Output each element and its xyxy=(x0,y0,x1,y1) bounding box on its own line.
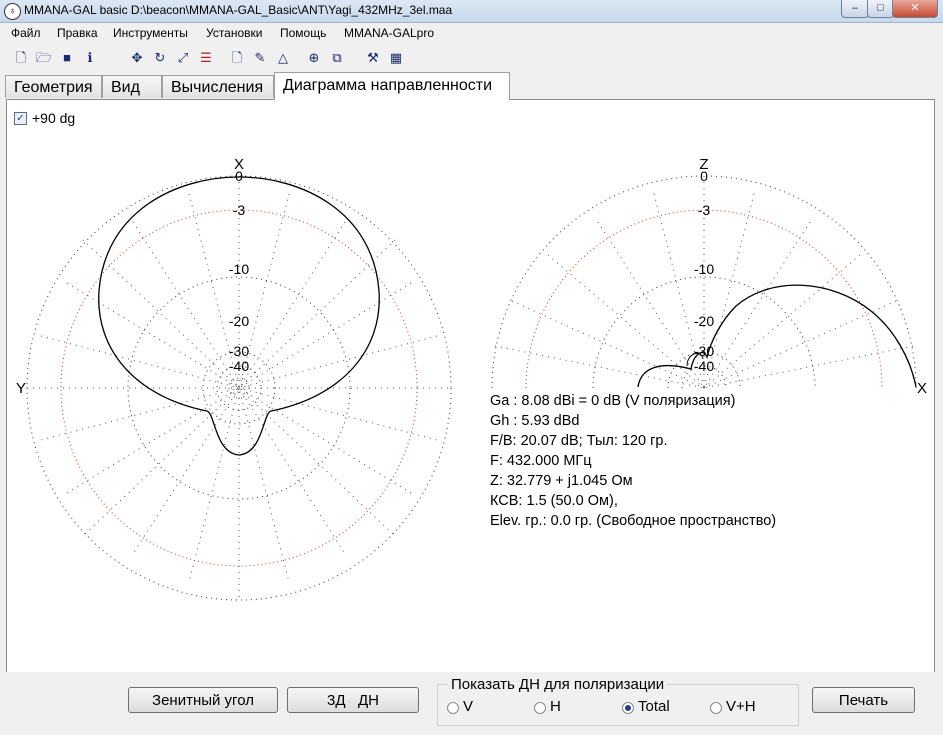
copy-icon[interactable]: ⧉ xyxy=(328,49,346,67)
axis-y-label: Y xyxy=(16,380,26,397)
radio-v-label[interactable]: V xyxy=(463,698,473,715)
ring-label: -20 xyxy=(694,313,714,329)
menu-help[interactable]: Помощь xyxy=(280,26,326,40)
pattern-panel: ✓ +90 dg X Y 0 -3 -10 -20 -30 -40 Z X 0 … xyxy=(6,99,935,673)
menu-file[interactable]: Файл xyxy=(11,26,41,40)
ring-label: -40 xyxy=(229,358,249,374)
result-frequency: F: 432.000 МГц xyxy=(490,453,592,469)
calculator-icon[interactable]: ▦ xyxy=(387,49,405,67)
3d-pattern-button[interactable]: 3Д ДН xyxy=(287,687,419,713)
window-title: MMANA-GAL basic D:\beacon\MMANA-GAL_Basi… xyxy=(24,3,453,17)
tab-view[interactable]: Вид xyxy=(102,75,162,98)
new-file-icon[interactable]: 🗋 xyxy=(12,49,30,67)
app-window: ♁ MMANA-GAL basic D:\beacon\MMANA-GAL_Ba… xyxy=(0,0,943,735)
result-swr: КСВ: 1.5 (50.0 Ом), xyxy=(490,493,618,509)
result-gh: Gh : 5.93 dBd xyxy=(490,413,580,429)
ring-label: -3 xyxy=(698,202,711,218)
bottom-bar: Зенитный угол 3Д ДН Показать ДН для поля… xyxy=(0,672,943,735)
app-logo-icon: ♁ xyxy=(4,3,21,20)
save-icon[interactable]: ■ xyxy=(58,49,76,67)
ring-label: -10 xyxy=(229,261,249,277)
document-icon[interactable]: 🗋 xyxy=(228,49,246,67)
result-fb: F/B: 20.07 dB; Тыл: 120 гр. xyxy=(490,433,668,449)
horizontal-pattern-plot: X Y 0 -3 -10 -20 -30 -40 xyxy=(16,156,452,601)
menu-settings[interactable]: Установки xyxy=(206,26,262,40)
tab-radiation-pattern[interactable]: Диаграмма направленности xyxy=(274,72,510,100)
polarization-group-label: Показать ДН для поляризации xyxy=(448,676,668,693)
maximize-button[interactable]: □ xyxy=(867,0,894,18)
ring-label: -30 xyxy=(694,343,714,359)
ring-label: -20 xyxy=(229,313,249,329)
print-button[interactable]: Печать xyxy=(812,687,915,713)
tab-geometry[interactable]: Геометрия xyxy=(5,75,102,98)
zenith-angle-button[interactable]: Зенитный угол xyxy=(128,687,278,713)
vertical-pattern-plot: Z X 0 -3 -10 -20 -30 -40 xyxy=(491,156,927,397)
rotate-icon[interactable]: ↻ xyxy=(151,49,169,67)
result-impedance: Z: 32.779 + j1.045 Ом xyxy=(490,473,633,489)
ring-label: -10 xyxy=(694,261,714,277)
close-button[interactable]: ✕ xyxy=(892,0,938,18)
radio-v-plus-h[interactable] xyxy=(710,702,722,714)
title-bar: ♁ MMANA-GAL basic D:\beacon\MMANA-GAL_Ba… xyxy=(0,0,943,23)
radio-v[interactable] xyxy=(447,702,459,714)
menu-tools[interactable]: Инструменты xyxy=(113,26,188,40)
radio-h[interactable] xyxy=(534,702,546,714)
radio-v-plus-h-label[interactable]: V+H xyxy=(726,698,756,715)
zoom-icon[interactable]: ⤢ xyxy=(174,49,192,67)
tools-icon[interactable]: ⚒ xyxy=(364,49,382,67)
tab-bar: Геометрия Вид Вычисления Диаграмма напра… xyxy=(0,72,943,100)
menu-edit[interactable]: Правка xyxy=(57,26,98,40)
menu-bar: Файл Правка Инструменты Установки Помощь… xyxy=(0,23,943,43)
radio-total-label[interactable]: Total xyxy=(638,698,670,715)
radial-grid xyxy=(27,176,451,600)
toolbar: 🗋 🗁 ■ ℹ ✥ ↻ ⤢ ☰ 🗋 ✎ △ ⊕ ⧉ ⚒ ▦ xyxy=(0,46,943,70)
axis-x-label: X xyxy=(917,380,927,397)
minimize-button[interactable]: – xyxy=(841,0,869,18)
ring-label: -30 xyxy=(229,343,249,359)
ring-label: -40 xyxy=(694,358,714,374)
triangle-icon[interactable]: △ xyxy=(274,49,292,67)
polarization-group: Показать ДН для поляризации V H Total V+… xyxy=(437,676,799,726)
result-elevation: Elev. гр.: 0.0 гр. (Свободное пространст… xyxy=(490,513,777,529)
ring-label: -3 xyxy=(233,202,246,218)
target-icon[interactable]: ⊕ xyxy=(305,49,323,67)
menu-mmana-galpro[interactable]: MMANA-GALpro xyxy=(344,26,434,40)
result-ga: Ga : 8.08 dBi = 0 dB (V поляризация) xyxy=(490,393,736,409)
polar-plots: X Y 0 -3 -10 -20 -30 -40 Z X 0 -3 -10 -2… xyxy=(16,156,927,601)
radio-h-label[interactable]: H xyxy=(550,698,561,715)
ring-label: 0 xyxy=(700,168,708,184)
vertical-pattern-curve xyxy=(637,284,917,388)
move-icon[interactable]: ✥ xyxy=(128,49,146,67)
ring-label: 0 xyxy=(235,168,243,184)
info-icon[interactable]: ℹ xyxy=(81,49,99,67)
radio-total[interactable] xyxy=(622,702,634,714)
open-folder-icon[interactable]: 🗁 xyxy=(35,49,53,67)
wires-icon[interactable]: ☰ xyxy=(197,49,215,67)
tab-calculation[interactable]: Вычисления xyxy=(162,75,274,98)
edit-icon[interactable]: ✎ xyxy=(251,49,269,67)
